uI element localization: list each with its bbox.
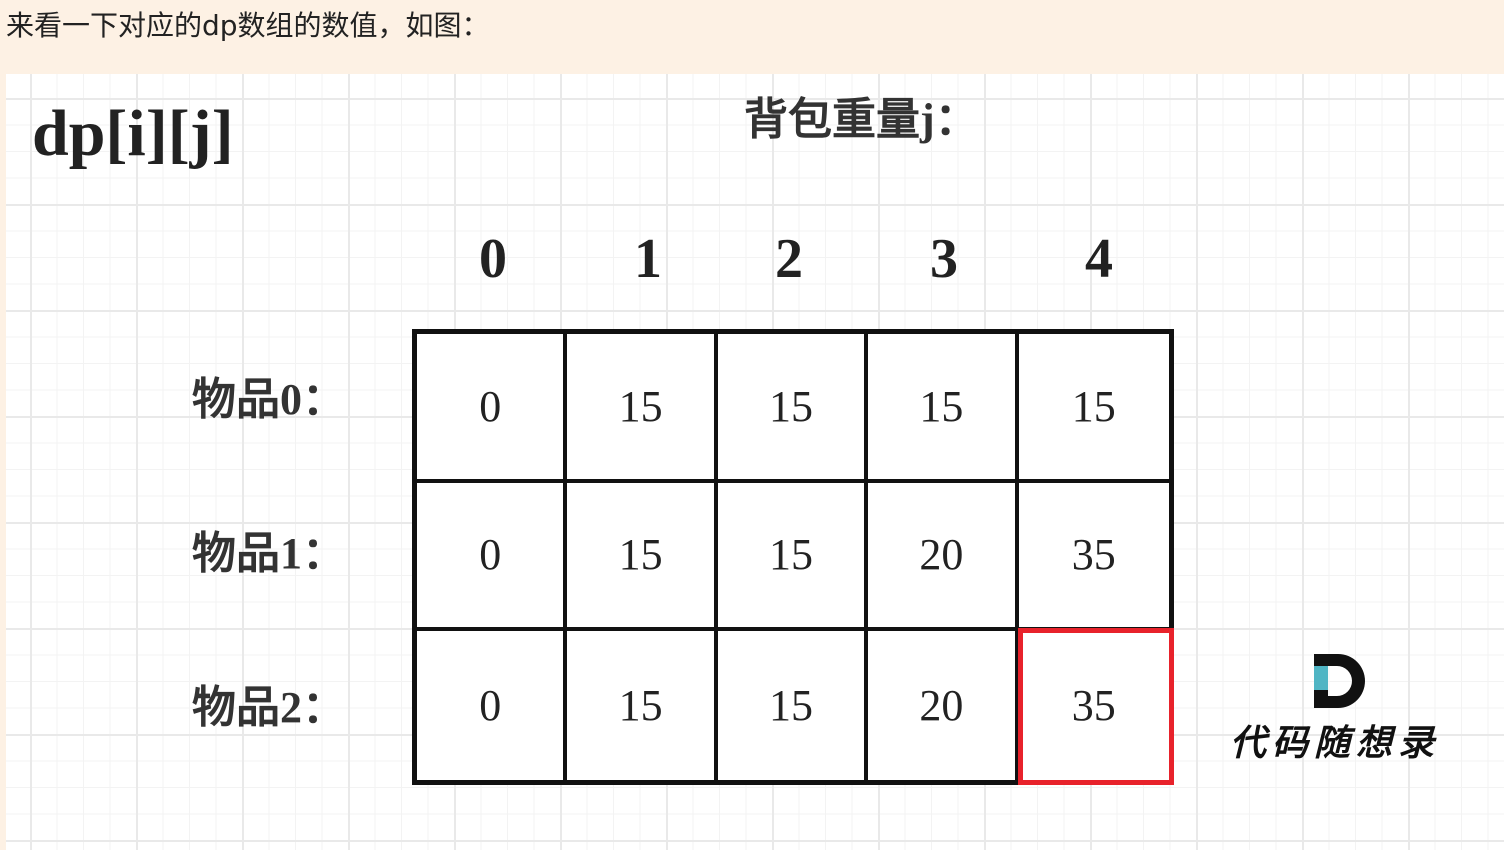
- column-label: 3: [930, 228, 958, 290]
- d-logo-icon: [1314, 654, 1365, 708]
- dp-cell: 15: [717, 482, 869, 632]
- dp-table: 0 15 15 15 15 0 15 15 20 35 0 15 15 20 3…: [412, 329, 1174, 785]
- dp-cell: 15: [567, 631, 718, 780]
- dp-cell: 15: [567, 482, 718, 632]
- dp-title: dp[i][j]: [32, 97, 234, 170]
- dp-cell: 0: [417, 334, 568, 483]
- logo: 代码随想录: [1220, 642, 1450, 772]
- dp-cell: 15: [567, 334, 718, 483]
- intro-text: 来看一下对应的dp数组的数值，如图：: [6, 9, 490, 42]
- dp-cell: 15: [718, 631, 869, 780]
- row-label: 物品2：: [192, 683, 346, 732]
- logo-text: 代码随想录: [1229, 722, 1440, 764]
- dp-cell: 0: [417, 482, 568, 632]
- dp-table-figure: dp[i][j] 背包重量j： 0 1 2 3 4 物品0： 物品1： 物品2：…: [6, 74, 1504, 850]
- dp-cell: 15: [868, 334, 1019, 483]
- dp-cell: 0: [417, 631, 568, 780]
- dp-cell: 15: [717, 334, 869, 483]
- column-label: 1: [634, 228, 662, 290]
- dp-cell-highlighted: 35: [1071, 681, 1116, 731]
- column-label: 4: [1085, 228, 1113, 290]
- row-label: 物品0：: [192, 375, 346, 424]
- column-label: 2: [775, 228, 803, 290]
- row-label: 物品1：: [192, 529, 346, 578]
- column-label: 0: [479, 228, 507, 290]
- axis-title-weight: 背包重量j：: [744, 95, 979, 144]
- dp-cell: 20: [868, 631, 1019, 780]
- dp-cell: 35: [1018, 483, 1169, 632]
- dp-cell: 20: [868, 482, 1019, 632]
- dp-cell: 15: [1018, 334, 1169, 483]
